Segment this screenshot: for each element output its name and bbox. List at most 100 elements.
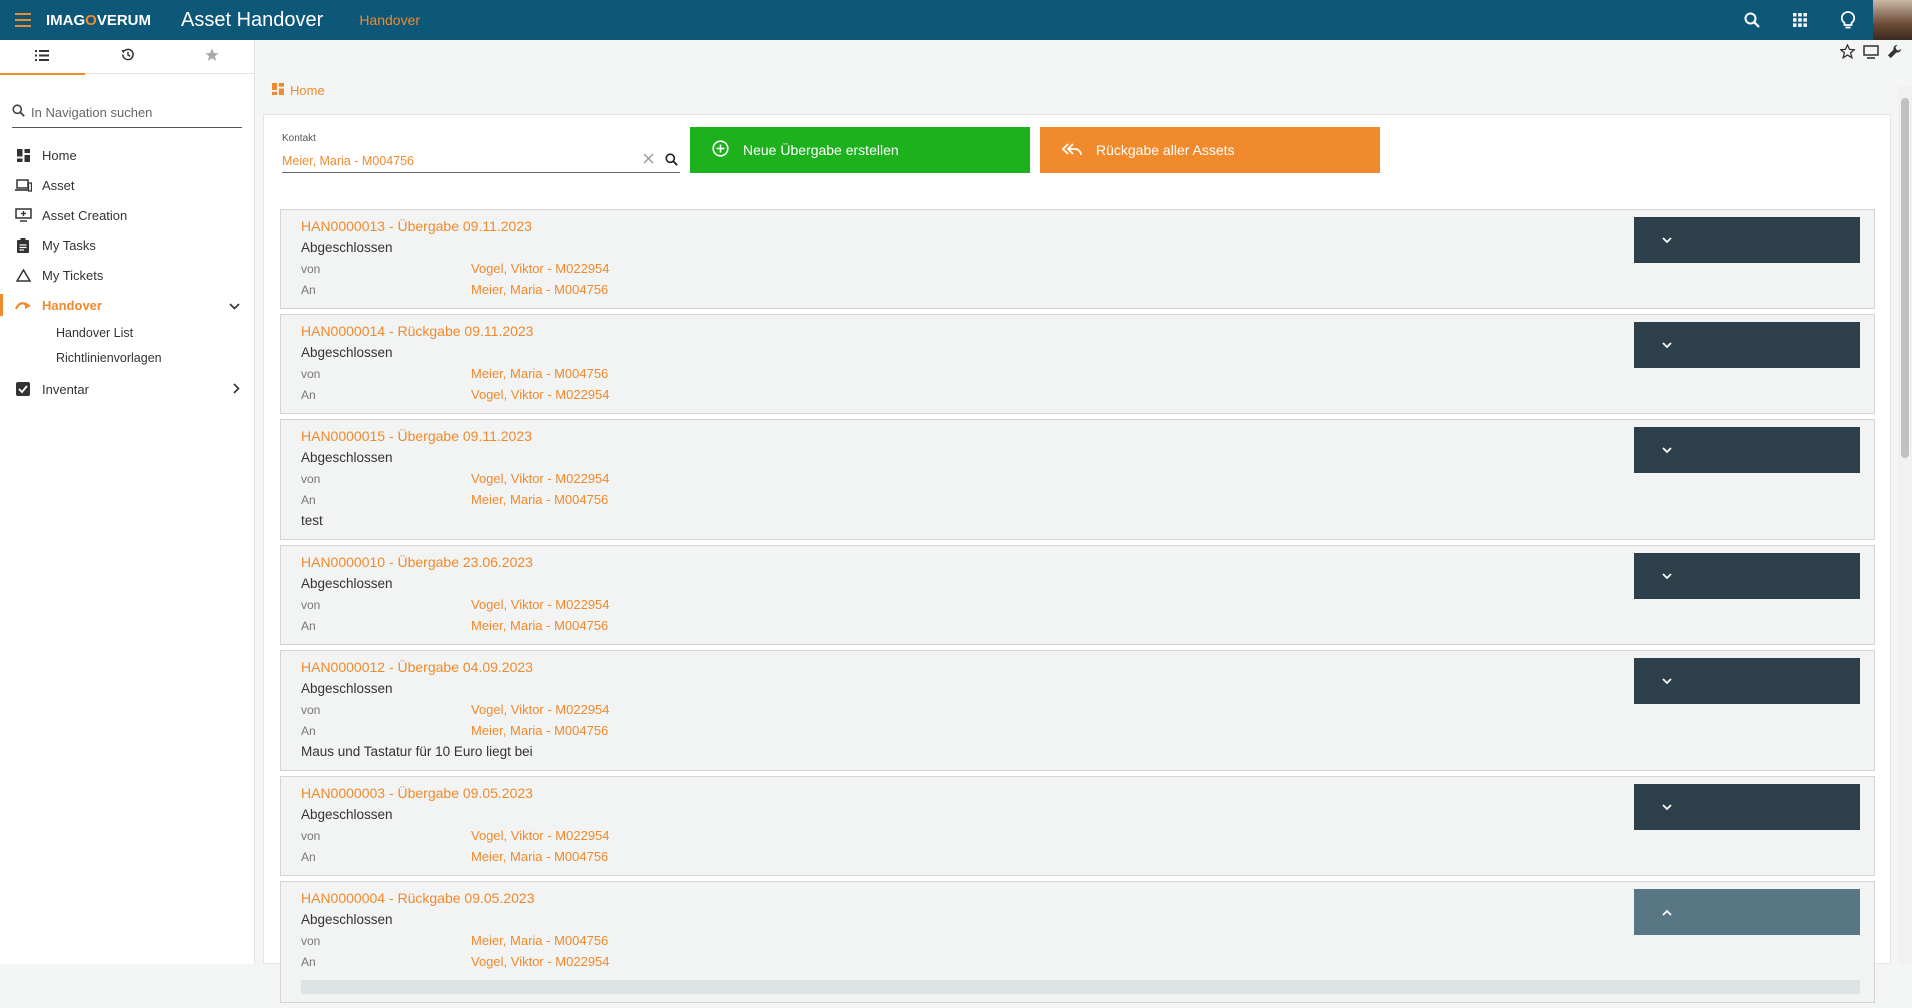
- to-label: An: [301, 618, 316, 633]
- chevron-down-icon: [1662, 231, 1672, 249]
- app-title: Asset Handover: [181, 8, 324, 31]
- app-context-link[interactable]: Handover: [359, 12, 420, 28]
- to-contact-link[interactable]: Meier, Maria - M004756: [471, 282, 608, 297]
- expand-button[interactable]: [1634, 784, 1860, 830]
- sidebar-item-inventar[interactable]: Inventar: [0, 374, 254, 404]
- handover-card: HAN0000012 - Übergabe 04.09.2023 Abgesch…: [280, 650, 1875, 771]
- handover-title[interactable]: HAN0000003 - Übergabe 09.05.2023: [301, 783, 1854, 804]
- wrench-icon[interactable]: [1887, 44, 1902, 64]
- to-contact-link[interactable]: Vogel, Viktor - M022954: [471, 954, 610, 969]
- from-contact-link[interactable]: Vogel, Viktor - M022954: [471, 828, 610, 843]
- handover-status: Abgeschlossen: [301, 912, 393, 927]
- warning-triangle-icon: [14, 266, 32, 284]
- contact-value: Meier, Maria - M004756: [282, 153, 415, 168]
- chevron-right-icon[interactable]: [233, 382, 240, 397]
- search-icon[interactable]: [665, 153, 678, 169]
- from-label: von: [301, 471, 321, 486]
- from-contact-link[interactable]: Vogel, Viktor - M022954: [471, 702, 610, 717]
- clear-icon[interactable]: [643, 153, 654, 167]
- navigation-search-input[interactable]: [31, 105, 231, 120]
- sidebar-item-asset[interactable]: Asset: [0, 170, 254, 200]
- tab-navigation[interactable]: [0, 40, 85, 75]
- to-contact-link[interactable]: Vogel, Viktor - M022954: [471, 387, 610, 402]
- monitor-icon[interactable]: [1863, 44, 1879, 64]
- handover-status: Abgeschlossen: [301, 681, 393, 696]
- collapse-button[interactable]: [1634, 889, 1860, 935]
- sidebar-item-label: My Tickets: [42, 267, 104, 283]
- sidebar-subitem-richtlinienvorlagen[interactable]: Richtlinienvorlagen: [0, 345, 254, 370]
- handover-status: Abgeschlossen: [301, 807, 393, 822]
- expand-button[interactable]: [1634, 427, 1860, 473]
- handover-title[interactable]: HAN0000013 - Übergabe 09.11.2023: [301, 216, 1854, 237]
- sidebar-item-home[interactable]: Home: [0, 140, 254, 170]
- search-icon[interactable]: [1728, 0, 1776, 40]
- handover-note: test: [301, 513, 323, 528]
- from-label: von: [301, 828, 321, 843]
- sidebar-item-label: My Tasks: [42, 237, 96, 253]
- handover-title[interactable]: HAN0000010 - Übergabe 23.06.2023: [301, 552, 1854, 573]
- handover-detail-item: [301, 980, 1860, 994]
- sidebar-item-asset-creation[interactable]: Asset Creation: [0, 200, 254, 230]
- to-label: An: [301, 492, 316, 507]
- star-icon: [205, 48, 219, 67]
- handover-panel: Kontakt Meier, Maria - M004756 Neue Über…: [263, 114, 1891, 1003]
- handover-card: HAN0000013 - Übergabe 09.11.2023 Abgesch…: [280, 209, 1875, 309]
- to-contact-link[interactable]: Meier, Maria - M004756: [471, 492, 608, 507]
- expand-button[interactable]: [1634, 553, 1860, 599]
- sidebar-item-label: Asset Creation: [42, 207, 128, 223]
- history-icon: [120, 47, 135, 67]
- devices-icon: [14, 176, 32, 194]
- from-contact-link[interactable]: Vogel, Viktor - M022954: [471, 261, 610, 276]
- to-contact-link[interactable]: Meier, Maria - M004756: [471, 723, 608, 738]
- handover-note: Maus und Tastatur für 10 Euro liegt bei: [301, 744, 533, 759]
- contact-field[interactable]: Meier, Maria - M004756: [282, 149, 680, 173]
- expand-button[interactable]: [1634, 217, 1860, 263]
- sidebar-item-my-tickets[interactable]: My Tickets: [0, 260, 254, 290]
- handover-status: Abgeschlossen: [301, 345, 393, 360]
- new-handover-button[interactable]: Neue Übergabe erstellen: [690, 127, 1030, 173]
- tab-favorites[interactable]: [169, 40, 254, 74]
- sidebar-item-label: Home: [42, 147, 77, 163]
- from-contact-link[interactable]: Meier, Maria - M004756: [471, 933, 608, 948]
- from-contact-link[interactable]: Vogel, Viktor - M022954: [471, 597, 610, 612]
- expand-button[interactable]: [1634, 322, 1860, 368]
- chevron-down-icon: [1662, 441, 1672, 459]
- breadcrumb[interactable]: Home: [272, 83, 325, 98]
- to-label: An: [301, 282, 316, 297]
- return-all-assets-button[interactable]: Rückgabe aller Assets: [1040, 127, 1380, 173]
- dashboard-icon: [272, 83, 284, 98]
- handover-title[interactable]: HAN0000015 - Übergabe 09.11.2023: [301, 426, 1854, 447]
- clipboard-icon: [14, 236, 32, 254]
- sidebar-item-handover[interactable]: Handover: [0, 290, 254, 320]
- from-contact-link[interactable]: Meier, Maria - M004756: [471, 366, 608, 381]
- chevron-down-icon: [1662, 567, 1672, 585]
- handover-title[interactable]: HAN0000014 - Rückgabe 09.11.2023: [301, 321, 1854, 342]
- avatar[interactable]: [1872, 0, 1912, 40]
- menu-icon[interactable]: [0, 0, 46, 40]
- expand-button[interactable]: [1634, 658, 1860, 704]
- favorite-star-icon[interactable]: [1838, 43, 1857, 64]
- to-contact-link[interactable]: Meier, Maria - M004756: [471, 849, 608, 864]
- handover-status: Abgeschlossen: [301, 240, 393, 255]
- list-icon: [35, 48, 50, 66]
- from-label: von: [301, 366, 321, 381]
- sidebar-subitem-handover-list[interactable]: Handover List: [0, 320, 254, 345]
- to-contact-link[interactable]: Meier, Maria - M004756: [471, 618, 608, 633]
- handover-title[interactable]: HAN0000004 - Rückgabe 09.05.2023: [301, 888, 1854, 909]
- lightbulb-icon[interactable]: [1824, 0, 1872, 40]
- from-contact-link[interactable]: Vogel, Viktor - M022954: [471, 471, 610, 486]
- sidebar-item-my-tasks[interactable]: My Tasks: [0, 230, 254, 260]
- scrollbar-thumb[interactable]: [1901, 98, 1909, 458]
- contact-selector: Kontakt Meier, Maria - M004756: [282, 133, 680, 173]
- navigation-sidebar: Home Asset Asset Creation My Tasks My Ti…: [0, 40, 255, 964]
- apps-grid-icon[interactable]: [1776, 0, 1824, 40]
- from-label: von: [301, 597, 321, 612]
- chevron-down-icon: [1662, 672, 1672, 690]
- scrollbar[interactable]: [1898, 86, 1912, 964]
- handover-title[interactable]: HAN0000012 - Übergabe 04.09.2023: [301, 657, 1854, 678]
- tab-history[interactable]: [85, 40, 170, 74]
- breadcrumb-home[interactable]: Home: [290, 83, 325, 98]
- reply-all-icon: [1061, 142, 1082, 159]
- app-logo: IMAGOVERUM: [46, 11, 152, 29]
- chevron-down-icon[interactable]: [229, 298, 240, 313]
